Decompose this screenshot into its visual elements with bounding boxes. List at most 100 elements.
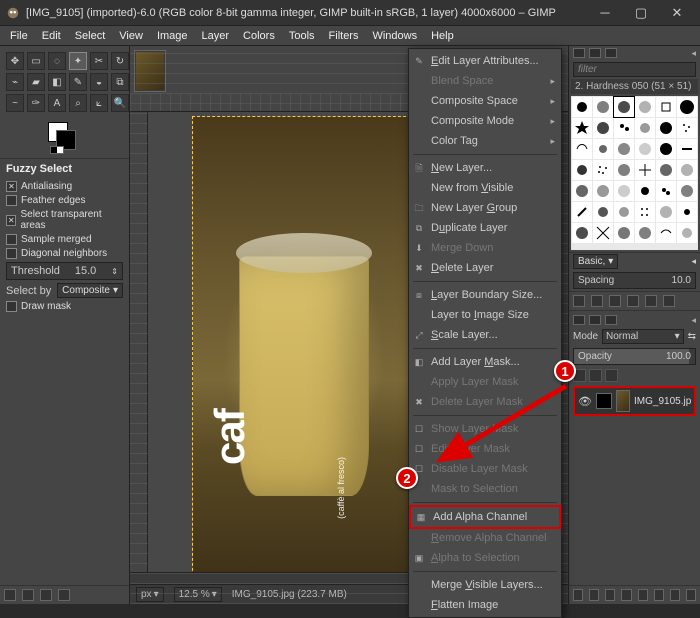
menu-tools[interactable]: Tools [283, 28, 321, 44]
brush-refresh-icon[interactable] [645, 295, 657, 307]
threshold-stepper-icon[interactable]: ⇕ [111, 267, 118, 276]
brush-grid[interactable] [571, 96, 698, 250]
default-colors-icon[interactable] [50, 146, 64, 154]
maximize-button[interactable]: ▢ [624, 2, 658, 24]
ctx-layer-boundary-size[interactable]: ⧈Layer Boundary Size... [409, 285, 561, 305]
ctx-add-layer-mask[interactable]: ◧Add Layer Mask... [409, 352, 561, 372]
zoom-tool-icon[interactable]: 🔍 [111, 94, 129, 112]
delete-layer-icon[interactable] [686, 589, 696, 601]
feather-checkbox[interactable] [6, 195, 17, 206]
dock-tab-fonts[interactable] [605, 48, 617, 58]
close-button[interactable]: ✕ [660, 2, 694, 24]
menu-filters[interactable]: Filters [323, 28, 365, 44]
dup-layer-icon[interactable] [638, 589, 648, 601]
layer-row[interactable]: 👁 IMG_9105.jp [573, 386, 696, 416]
layer-link-icon[interactable] [596, 393, 612, 409]
left-footer-icon-2[interactable] [22, 589, 34, 601]
dock-tab-channels[interactable] [589, 315, 601, 325]
ctx-color-tag[interactable]: Color Tag▸ [409, 131, 561, 151]
left-footer-icon-3[interactable] [40, 589, 52, 601]
text-tool-icon[interactable]: A [48, 94, 66, 112]
ctx-composite-mode[interactable]: Composite Mode▸ [409, 111, 561, 131]
drawmask-checkbox[interactable] [6, 301, 17, 312]
color-swatches[interactable] [0, 118, 129, 158]
dock-tab-layers[interactable] [573, 315, 585, 325]
ctx-new-from-visible[interactable]: New from Visible [409, 178, 561, 198]
mode-switch-icon[interactable]: ⇆ [688, 331, 696, 342]
color-picker-tool-icon[interactable]: ⌕ [69, 94, 87, 112]
mode-dropdown[interactable]: Normal▾ [602, 329, 684, 344]
lower-layer-icon[interactable] [621, 589, 631, 601]
dock-menu-icon[interactable]: ◂ [691, 315, 696, 325]
ctx-add-alpha-channel[interactable]: ▦Add Alpha Channel [409, 505, 561, 529]
measure-tool-icon[interactable]: ⟀ [90, 94, 108, 112]
free-select-tool-icon[interactable]: ◌ [48, 52, 66, 70]
menu-file[interactable]: File [4, 28, 34, 44]
brush-zoom-icon[interactable] [663, 295, 675, 307]
brush-preset-dropdown[interactable]: Basic, ▾ [573, 254, 618, 269]
threshold-input[interactable]: Threshold 15.0 ⇕ [6, 262, 123, 280]
menu-windows[interactable]: Windows [366, 28, 423, 44]
dock-tab-patterns[interactable] [589, 48, 601, 58]
dock-tab-paths[interactable] [605, 315, 617, 325]
ctx-layer-to-image-size[interactable]: Layer to Image Size [409, 305, 561, 325]
lock-alpha-icon[interactable] [605, 369, 618, 382]
clone-tool-icon[interactable]: ⧉ [111, 73, 129, 91]
brush-del-icon[interactable] [627, 295, 639, 307]
minimize-button[interactable]: ─ [588, 2, 622, 24]
diagonal-checkbox[interactable] [6, 248, 17, 259]
new-group-icon[interactable] [589, 589, 599, 601]
brush-filter-input[interactable]: filter [573, 62, 696, 77]
mask-layer-icon[interactable] [670, 589, 680, 601]
ctx-edit-layer-attributes[interactable]: ✎Edit Layer Attributes... [409, 51, 561, 71]
move-tool-icon[interactable]: ✥ [6, 52, 24, 70]
ctx-merge-visible-layers[interactable]: Merge Visible Layers... [409, 575, 561, 595]
ctx-composite-space[interactable]: Composite Space▸ [409, 91, 561, 111]
left-footer-icon-4[interactable] [58, 589, 70, 601]
ctx-delete-layer[interactable]: ✖Delete Layer [409, 258, 561, 278]
dock-menu-icon[interactable]: ◂ [691, 48, 696, 58]
ctx-flatten-image[interactable]: Flatten Image [409, 595, 561, 615]
lock-position-icon[interactable] [589, 369, 602, 382]
menu-image[interactable]: Image [151, 28, 194, 44]
raise-layer-icon[interactable] [605, 589, 615, 601]
left-footer-icon-1[interactable] [4, 589, 16, 601]
opacity-slider[interactable]: Opacity 100.0 [573, 348, 696, 365]
menu-edit[interactable]: Edit [36, 28, 67, 44]
dock-tab-brushes[interactable] [573, 48, 585, 58]
layer-name[interactable]: IMG_9105.jp [634, 396, 691, 407]
menu-select[interactable]: Select [69, 28, 112, 44]
brush-dup-icon[interactable] [609, 295, 621, 307]
bucket-tool-icon[interactable]: ▰ [27, 73, 45, 91]
crop-tool-icon[interactable]: ✂ [90, 52, 108, 70]
ctx-new-layer[interactable]: 🗎New Layer... [409, 158, 561, 178]
visibility-toggle-icon[interactable]: 👁 [578, 394, 592, 408]
transparent-checkbox[interactable] [6, 215, 16, 226]
sample-merged-checkbox[interactable] [6, 234, 17, 245]
rect-select-tool-icon[interactable]: ▭ [27, 52, 45, 70]
smudge-tool-icon[interactable]: ~ [6, 94, 24, 112]
ctx-new-layer-group[interactable]: 🗀New Layer Group [409, 198, 561, 218]
fuzzy-select-tool-icon[interactable]: ✦ [69, 52, 87, 70]
ctx-duplicate-layer[interactable]: ⧉Duplicate Layer [409, 218, 561, 238]
selectby-dropdown[interactable]: Composite▾ [57, 283, 123, 298]
new-layer-icon[interactable] [573, 589, 583, 601]
brush-edit-icon[interactable] [573, 295, 585, 307]
ruler-vertical[interactable] [130, 112, 148, 572]
path-tool-icon[interactable]: ✑ [27, 94, 45, 112]
merge-layer-icon[interactable] [654, 589, 664, 601]
pencil-tool-icon[interactable]: ✎ [69, 73, 87, 91]
ctx-scale-layer[interactable]: ⤢Scale Layer... [409, 325, 561, 345]
menu-view[interactable]: View [113, 28, 149, 44]
warp-tool-icon[interactable]: ⌁ [6, 73, 24, 91]
rotate-tool-icon[interactable]: ↻ [111, 52, 129, 70]
brush-spacing-input[interactable]: Spacing 10.0 [573, 272, 696, 289]
menu-help[interactable]: Help [425, 28, 460, 44]
gradient-tool-icon[interactable]: ◧ [48, 73, 66, 91]
menu-colors[interactable]: Colors [237, 28, 281, 44]
menu-layer[interactable]: Layer [196, 28, 236, 44]
antialiasing-checkbox[interactable] [6, 181, 17, 192]
brush-new-icon[interactable] [591, 295, 603, 307]
eraser-tool-icon[interactable]: ◒ [90, 73, 108, 91]
image-canvas[interactable]: caf (caffè al fresco) [192, 116, 416, 572]
